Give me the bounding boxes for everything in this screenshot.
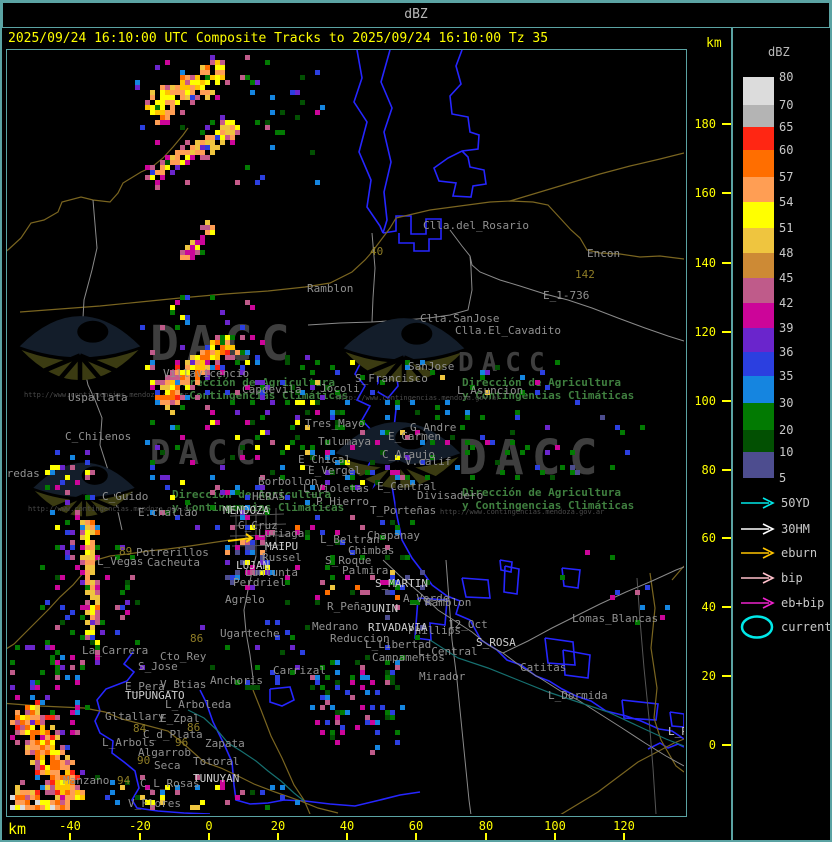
right-axis-tick bbox=[722, 469, 731, 471]
right-axis-label: 100 bbox=[694, 394, 716, 408]
bottom-axis-tick bbox=[485, 833, 487, 841]
bottom-axis-label: 20 bbox=[270, 819, 286, 833]
title-bar: dBZ bbox=[2, 2, 830, 28]
right-axis-label: 20 bbox=[701, 669, 716, 683]
timestamp-header: 2025/09/24 16:10:00 UTC Composite Tracks… bbox=[8, 31, 549, 46]
right-axis-label: 60 bbox=[701, 531, 716, 545]
bottom-axis-label: -20 bbox=[129, 819, 151, 833]
right-axis-label: 120 bbox=[694, 325, 716, 339]
bottom-axis-unit: km bbox=[8, 820, 27, 838]
right-axis-label: 0 bbox=[708, 738, 716, 752]
right-axis-tick bbox=[722, 262, 731, 264]
right-axis-tick bbox=[722, 192, 731, 194]
title-dbz: dBZ bbox=[404, 7, 428, 22]
bottom-axis-tick bbox=[623, 833, 625, 841]
bottom-axis-label: 80 bbox=[478, 819, 494, 833]
sidebar-divider bbox=[731, 28, 733, 840]
right-axis-label: 40 bbox=[701, 600, 716, 614]
bottom-axis-tick bbox=[554, 833, 556, 841]
legend-sidebar: dBZ 80 70 65 60 57 54 51 48 45 42 39 36 35 30 20 10 5 50… bbox=[733, 28, 832, 840]
bottom-axis-label: 100 bbox=[544, 819, 566, 833]
right-axis-tick bbox=[722, 606, 731, 608]
right-axis-tick bbox=[722, 675, 731, 677]
bottom-axis-label: 120 bbox=[613, 819, 635, 833]
legend-arrow-glyphs bbox=[740, 497, 775, 639]
storm-track-marker bbox=[227, 533, 254, 543]
right-axis-tick bbox=[722, 331, 731, 333]
bottom-axis-tick bbox=[277, 833, 279, 841]
radar-app-window: dBZ 2025/09/24 16:10:00 UTC Composite Tr… bbox=[0, 0, 832, 842]
right-axis-tick bbox=[722, 400, 731, 402]
header-bar: 2025/09/24 16:10:00 UTC Composite Tracks… bbox=[2, 28, 731, 50]
bottom-axis-tick bbox=[208, 833, 210, 841]
bottom-axis-label: -40 bbox=[59, 819, 81, 833]
bottom-axis-label: 60 bbox=[408, 819, 424, 833]
bottom-axis-tick bbox=[346, 833, 348, 841]
bottom-axis-label: 40 bbox=[339, 819, 355, 833]
right-axis-tick bbox=[722, 537, 731, 539]
right-axis-tick bbox=[722, 123, 731, 125]
bottom-axis-tick bbox=[415, 833, 417, 841]
radar-map-canvas: DACCDACCDACCDACCDirección de Agricultura… bbox=[7, 50, 684, 814]
right-axis-tick bbox=[722, 744, 731, 746]
right-axis-label: 180 bbox=[694, 117, 716, 131]
right-axis-unit: km bbox=[706, 36, 722, 51]
bottom-axis-label: 0 bbox=[205, 819, 213, 833]
right-axis-label: 140 bbox=[694, 256, 716, 270]
bottom-axis-tick bbox=[69, 833, 71, 841]
right-axis-label: 80 bbox=[701, 463, 716, 477]
bottom-axis-tick bbox=[139, 833, 141, 841]
right-axis-label: 160 bbox=[694, 186, 716, 200]
